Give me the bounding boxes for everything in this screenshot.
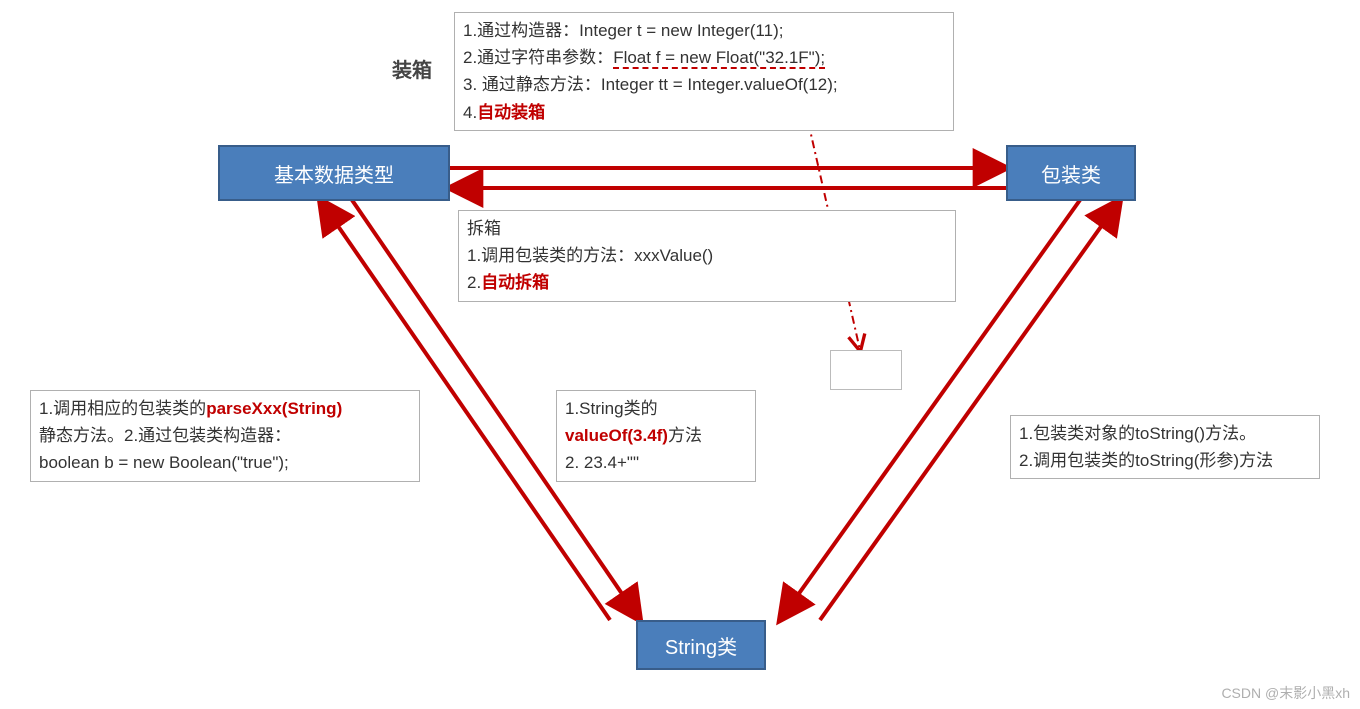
node-primitive: 基本数据类型 (218, 145, 450, 201)
wrapper-to-string-box: 1.包装类对象的toString()方法。 2.调用包装类的toString(形… (1010, 415, 1320, 479)
node-string-label: String类 (665, 631, 737, 660)
unboxing-line2: 1.调用包装类的方法：xxxValue() (467, 242, 947, 269)
boxing-line3: 3. 通过静态方法：Integer tt = Integer.valueOf(1… (463, 71, 945, 98)
boxing-line4: 4.自动装箱 (463, 99, 945, 126)
node-string: String类 (636, 620, 766, 670)
boxing-title: 装箱 (392, 54, 432, 83)
node-wrapper: 包装类 (1006, 145, 1136, 201)
empty-target-box (830, 350, 902, 390)
boxing-line1: 1.通过构造器：Integer t = new Integer(11); (463, 17, 945, 44)
pts-line2: valueOf(3.4f)方法 (565, 422, 747, 449)
watermark: CSDN @末影小黑xh (1221, 683, 1350, 703)
prim-to-string-box: 1.String类的 valueOf(3.4f)方法 2. 23.4+"" (556, 390, 756, 482)
stp-line1: 1.调用相应的包装类的parseXxx(String) (39, 395, 411, 422)
string-to-prim-box: 1.调用相应的包装类的parseXxx(String) 静态方法。2.通过包装类… (30, 390, 420, 482)
unboxing-line1: 拆箱 (467, 215, 947, 242)
stp-line2: 静态方法。2.通过包装类构造器： (39, 422, 411, 449)
boxing-line2: 2.通过字符串参数：Float f = new Float("32.1F"); (463, 44, 945, 71)
unboxing-line3: 2.自动拆箱 (467, 269, 947, 296)
node-wrapper-label: 包装类 (1041, 159, 1101, 188)
boxing-box: 1.通过构造器：Integer t = new Integer(11); 2.通… (454, 12, 954, 131)
node-primitive-label: 基本数据类型 (274, 159, 394, 188)
pts-line3: 2. 23.4+"" (565, 449, 747, 476)
pts-line1: 1.String类的 (565, 395, 747, 422)
wts-line1: 1.包装类对象的toString()方法。 (1019, 420, 1311, 447)
stp-line3: boolean b = new Boolean("true"); (39, 449, 411, 476)
wts-line2: 2.调用包装类的toString(形参)方法 (1019, 447, 1311, 474)
unboxing-box: 拆箱 1.调用包装类的方法：xxxValue() 2.自动拆箱 (458, 210, 956, 302)
